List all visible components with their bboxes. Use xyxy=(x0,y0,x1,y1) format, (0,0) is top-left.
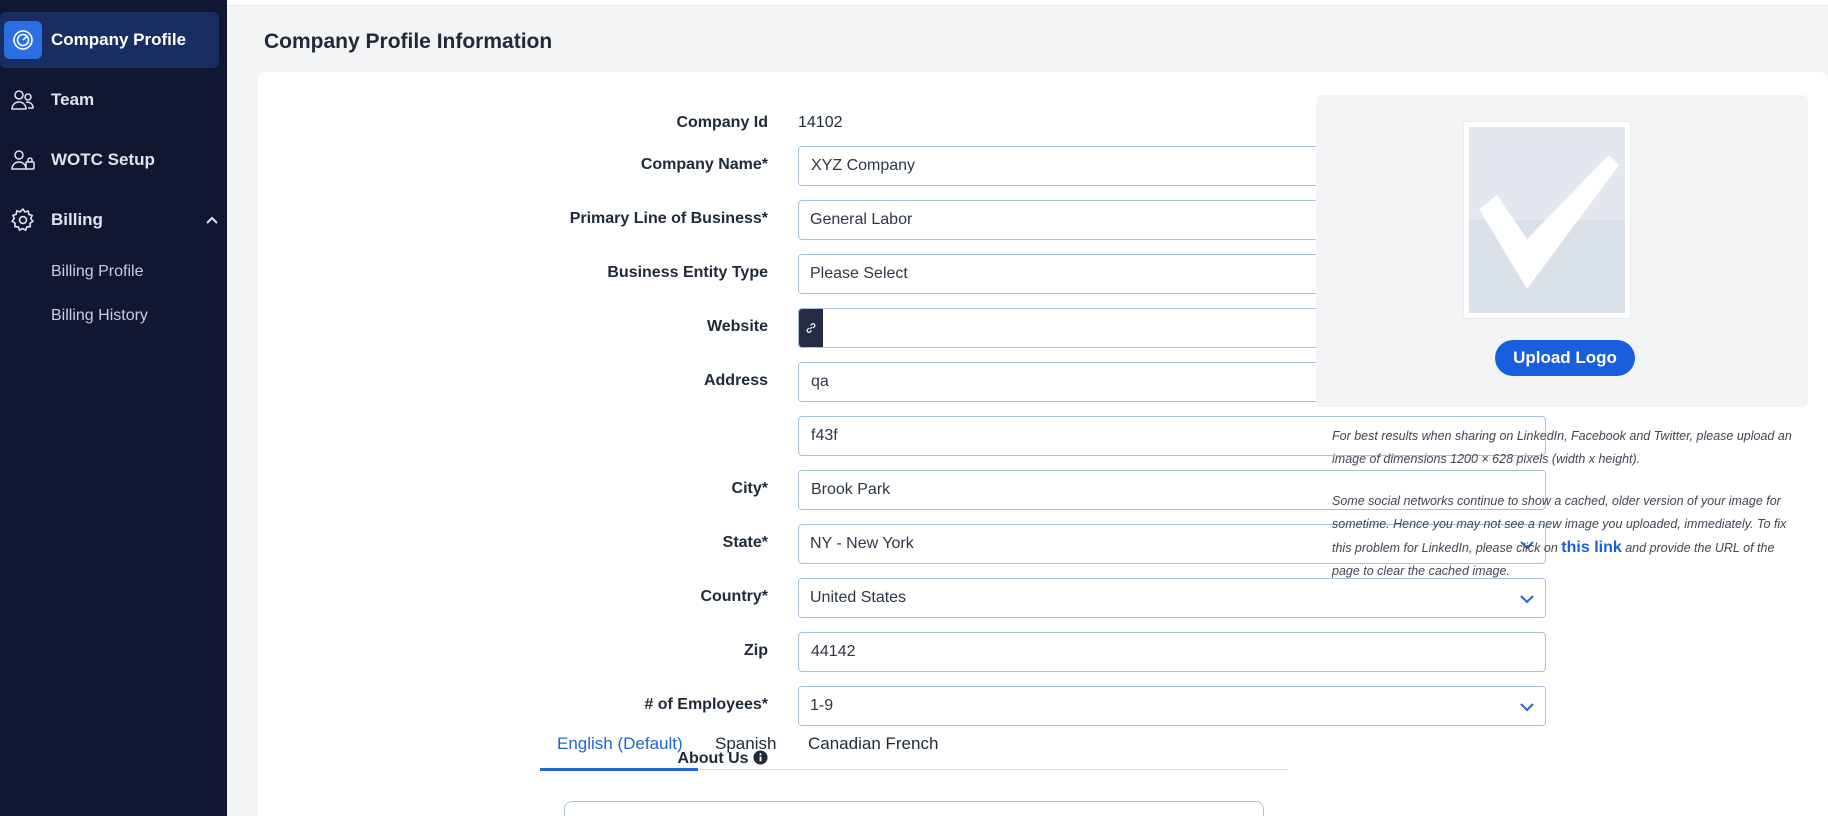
city-label: City* xyxy=(731,480,768,497)
chevron-down-icon xyxy=(1520,703,1534,712)
zip-input[interactable]: 44142 xyxy=(798,632,1546,672)
gear-icon xyxy=(8,205,38,235)
state-label: State* xyxy=(722,534,768,551)
nav-company-profile[interactable]: Company Profile xyxy=(0,12,219,68)
state-value: NY - New York xyxy=(810,535,914,552)
address-line2-value: f43f xyxy=(811,427,838,444)
users-icon xyxy=(8,85,38,115)
nav-label: WOTC Setup xyxy=(51,150,155,169)
zip-label: Zip xyxy=(744,642,768,659)
tab-english[interactable]: English (Default) xyxy=(557,734,683,754)
country-row: Country* United States xyxy=(258,578,1548,618)
country-value: United States xyxy=(810,589,907,606)
line-of-business-value: General Labor xyxy=(810,211,913,228)
nav-team[interactable]: Team xyxy=(0,72,219,128)
company-id-value: 14102 xyxy=(798,114,843,131)
nav-label: Billing xyxy=(51,210,103,229)
logo-preview xyxy=(1464,122,1630,318)
clear-cache-link[interactable]: this link xyxy=(1561,539,1621,556)
sidebar-item-billing-history[interactable]: Billing History xyxy=(51,307,148,325)
employees-value: 1-9 xyxy=(810,697,834,714)
company-id-label: Company Id xyxy=(676,114,768,131)
cache-note: Some social networks continue to show a … xyxy=(1332,490,1792,583)
employees-row: # of Employees* 1-9 xyxy=(258,686,1548,726)
chevron-up-icon[interactable] xyxy=(205,213,219,227)
company-name-label: Company Name* xyxy=(640,156,768,173)
sidebar: Company Profile Team WOTC Setup Billing … xyxy=(0,0,227,816)
zip-value: 44142 xyxy=(811,643,856,660)
sidebar-item-billing-profile[interactable]: Billing Profile xyxy=(51,263,143,281)
city-value: Brook Park xyxy=(811,481,891,498)
entity-type-value: Please Select xyxy=(810,265,908,282)
address-line1-value: qa xyxy=(811,373,829,390)
employees-label: # of Employees* xyxy=(644,696,768,713)
top-bar xyxy=(227,0,1828,6)
address-label: Address xyxy=(703,372,768,389)
gauge-icon xyxy=(4,21,42,59)
nav-billing[interactable]: Billing xyxy=(0,192,219,248)
line-of-business-label: Primary Line of Business* xyxy=(569,210,768,227)
employees-select[interactable]: 1-9 xyxy=(798,686,1546,726)
tab-canadian-french[interactable]: Canadian French xyxy=(808,734,938,754)
website-label: Website xyxy=(706,318,768,335)
logo-dimensions-note: For best results when sharing on LinkedI… xyxy=(1332,429,1792,466)
tab-spanish[interactable]: Spanish xyxy=(715,734,776,754)
logo-panel: Upload Logo xyxy=(1316,95,1808,407)
nav-label: Team xyxy=(51,90,95,109)
checkmark-placeholder-icon xyxy=(1469,127,1625,313)
entity-type-label: Business Entity Type xyxy=(607,264,768,281)
link-icon xyxy=(799,309,823,347)
page-title: Company Profile Information xyxy=(264,30,553,53)
active-tab-indicator xyxy=(540,768,698,771)
about-us-textarea[interactable] xyxy=(564,801,1264,816)
nav-wotc-setup[interactable]: WOTC Setup xyxy=(0,132,219,188)
users-lock-icon xyxy=(8,145,38,175)
chevron-down-icon xyxy=(1520,595,1534,604)
nav-label: Company Profile xyxy=(51,30,187,49)
company-name-value: XYZ Company xyxy=(811,157,916,174)
country-select[interactable]: United States xyxy=(798,578,1546,618)
language-tabs: English (Default) Spanish Canadian Frenc… xyxy=(540,726,1288,771)
zip-row: Zip 44142 xyxy=(258,632,1548,672)
country-label: Country* xyxy=(700,588,768,605)
upload-logo-button[interactable]: Upload Logo xyxy=(1495,340,1635,376)
